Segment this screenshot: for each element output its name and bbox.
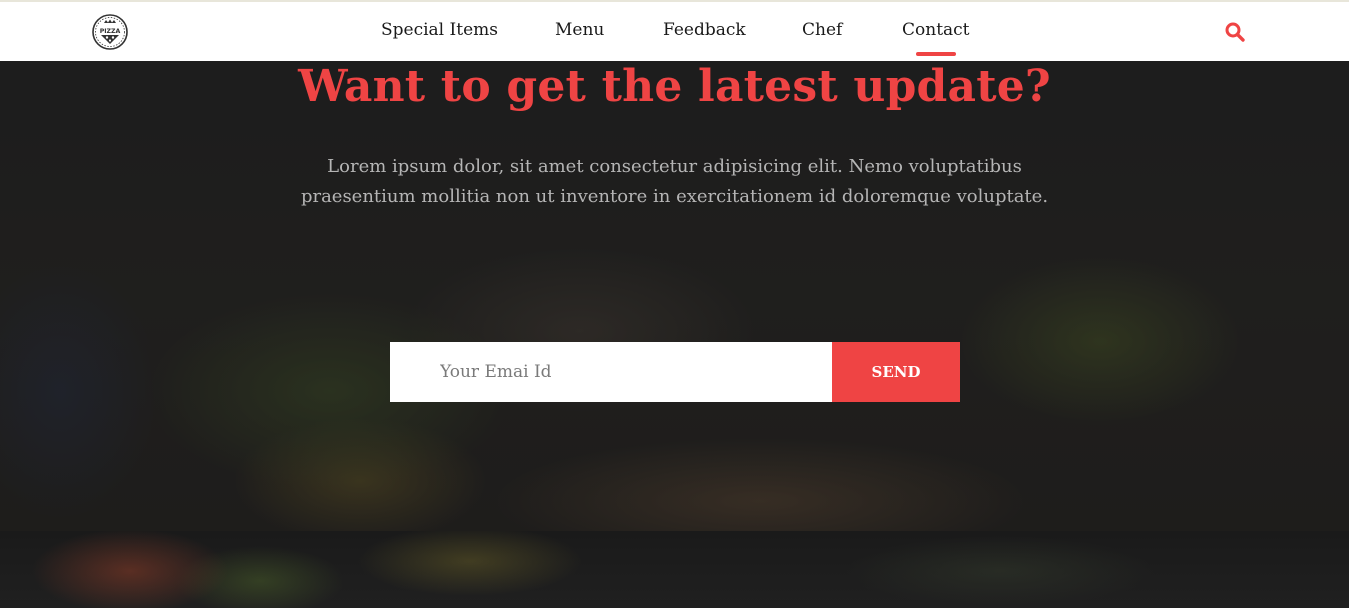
hero-title: Want to get the latest update?	[298, 61, 1051, 112]
next-section-background	[0, 531, 1349, 608]
nav-link-special-items[interactable]: Special Items	[381, 20, 498, 40]
hero-background-image	[0, 61, 1349, 531]
nav-link-chef[interactable]: Chef	[802, 20, 842, 40]
main-nav: Special Items Menu Feedback Chef Contact	[0, 2, 1349, 61]
send-button[interactable]: SEND	[832, 342, 960, 402]
nav-link-contact[interactable]: Contact	[902, 20, 970, 40]
email-input[interactable]	[390, 342, 832, 402]
navbar: PIZZA Special Items Menu Feedback Chef C…	[0, 0, 1349, 61]
newsletter-hero: Want to get the latest update? Lorem ips…	[0, 61, 1349, 531]
subscribe-form: SEND	[390, 342, 960, 402]
search-icon[interactable]	[1224, 21, 1246, 43]
nav-link-feedback[interactable]: Feedback	[663, 20, 746, 40]
hero-description: Lorem ipsum dolor, sit amet consectetur …	[300, 156, 1049, 207]
nav-link-menu[interactable]: Menu	[555, 20, 604, 40]
